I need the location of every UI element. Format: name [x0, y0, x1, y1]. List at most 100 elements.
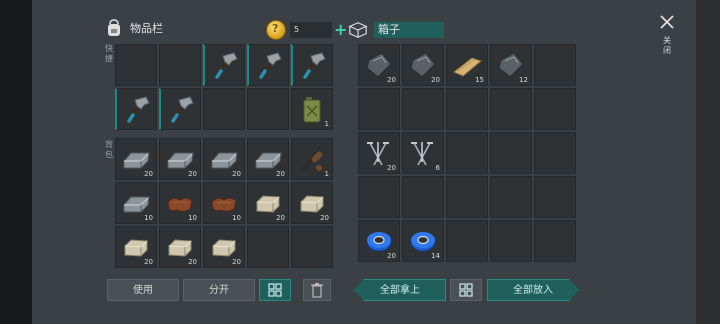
inventory-slot[interactable] — [358, 176, 400, 218]
inventory-slot[interactable] — [490, 220, 532, 262]
delete-button[interactable] — [303, 279, 331, 301]
hammer-icon — [166, 94, 196, 124]
close-button[interactable]: 关闭 — [657, 14, 677, 56]
quick-slots-label: 快捷 — [105, 44, 113, 63]
slot-quantity: 1 — [324, 120, 329, 128]
backpack-grid: 20 20 20 20 1 10 10 10 20 20 20 20 20 — [115, 138, 333, 268]
inventory-slot[interactable] — [159, 44, 201, 86]
inventory-slot[interactable] — [115, 88, 157, 130]
inventory-slot[interactable]: 1 — [291, 88, 333, 130]
inventory-slot[interactable]: 1 — [291, 138, 333, 180]
inventory-slot[interactable]: 20 — [247, 138, 289, 180]
hammer-icon — [122, 94, 152, 124]
slot-quantity: 20 — [387, 164, 396, 172]
inventory-slot[interactable]: 20 — [203, 226, 245, 268]
slot-quantity: 20 — [387, 76, 396, 84]
slot-quantity: 20 — [387, 252, 396, 260]
inventory-slot[interactable]: 10 — [203, 182, 245, 224]
inventory-slot[interactable] — [534, 44, 576, 86]
inventory-slot[interactable]: 20 — [358, 44, 400, 86]
inventory-slot[interactable] — [358, 88, 400, 130]
slot-quantity: 12 — [519, 76, 528, 84]
inventory-slot[interactable] — [159, 88, 201, 130]
box-icon — [348, 22, 368, 38]
inventory-slot[interactable] — [247, 88, 289, 130]
inventory-slot[interactable] — [203, 44, 245, 86]
inventory-slot[interactable] — [490, 176, 532, 218]
inventory-slot[interactable] — [402, 88, 444, 130]
inventory-slot[interactable] — [446, 176, 488, 218]
hammer-icon — [298, 50, 328, 80]
hammer-icon — [210, 50, 240, 80]
box-header: 箱子 — [348, 20, 444, 40]
inventory-slot[interactable] — [115, 44, 157, 86]
close-icon — [660, 15, 674, 29]
inventory-slot[interactable] — [534, 132, 576, 174]
slot-quantity: 10 — [144, 214, 153, 222]
slot-quantity: 20 — [188, 258, 197, 266]
slot-quantity: 20 — [232, 170, 241, 178]
inventory-slot[interactable]: 20 — [115, 226, 157, 268]
box-title: 箱子 — [374, 22, 444, 38]
inventory-slot[interactable]: 20 — [247, 182, 289, 224]
jerrycan-icon — [297, 94, 327, 124]
slot-quantity: 14 — [431, 252, 440, 260]
inventory-slot[interactable] — [446, 88, 488, 130]
inventory-slot[interactable] — [534, 176, 576, 218]
backpack-label: 背包 — [105, 140, 113, 159]
nails-icon — [408, 138, 438, 168]
inventory-header: 物品栏 — [104, 18, 163, 38]
inventory-title: 物品栏 — [130, 22, 163, 35]
inventory-slot[interactable] — [291, 44, 333, 86]
trash-icon — [311, 283, 323, 298]
backpack-tool-icon — [297, 144, 327, 174]
gold-display: 5 + — [266, 20, 347, 40]
inventory-slot[interactable]: 20 — [291, 182, 333, 224]
sort-inventory-button[interactable] — [259, 279, 291, 301]
inventory-slot[interactable]: 20 — [358, 220, 400, 262]
inventory-slot[interactable]: 10 — [115, 182, 157, 224]
box-grid: 20 20 15 12 20 6 20 14 — [358, 44, 576, 262]
take-all-button[interactable]: 全部拿上 — [354, 279, 446, 301]
grid-sort-icon — [268, 283, 282, 297]
add-gold-button[interactable]: + — [334, 22, 347, 38]
inventory-slot[interactable] — [490, 88, 532, 130]
sort-box-button[interactable] — [450, 279, 482, 301]
slot-quantity: 6 — [435, 164, 440, 172]
use-button[interactable]: 使用 — [107, 279, 179, 301]
inventory-slot[interactable] — [247, 44, 289, 86]
close-label: 关闭 — [663, 36, 671, 55]
inventory-slot[interactable]: 6 — [402, 132, 444, 174]
inventory-slot[interactable]: 20 — [358, 132, 400, 174]
inventory-slot[interactable]: 20 — [159, 226, 201, 268]
slot-quantity: 20 — [320, 214, 329, 222]
coin-icon — [266, 20, 286, 40]
inventory-slot[interactable]: 15 — [446, 44, 488, 86]
quick-slot-grid: 1 — [115, 44, 333, 130]
inventory-slot[interactable] — [247, 226, 289, 268]
inventory-slot[interactable]: 14 — [402, 220, 444, 262]
inventory-slot[interactable] — [534, 88, 576, 130]
put-all-button[interactable]: 全部放入 — [487, 279, 579, 301]
inventory-slot[interactable]: 20 — [115, 138, 157, 180]
inventory-slot[interactable]: 12 — [490, 44, 532, 86]
inventory-slot[interactable]: 10 — [159, 182, 201, 224]
inventory-slot[interactable] — [203, 88, 245, 130]
inventory-slot[interactable] — [446, 220, 488, 262]
inventory-slot[interactable]: 20 — [203, 138, 245, 180]
inventory-slot[interactable] — [490, 132, 532, 174]
slot-quantity: 20 — [276, 170, 285, 178]
slot-quantity: 20 — [144, 258, 153, 266]
inventory-slot[interactable] — [534, 220, 576, 262]
gold-amount: 5 — [290, 22, 332, 38]
left-screen-edge — [0, 0, 32, 324]
inventory-slot[interactable]: 20 — [402, 44, 444, 86]
inventory-slot[interactable] — [291, 226, 333, 268]
inventory-slot[interactable] — [402, 176, 444, 218]
right-screen-edge — [696, 0, 720, 324]
inventory-slot[interactable] — [446, 132, 488, 174]
slot-quantity: 20 — [144, 170, 153, 178]
slot-quantity: 20 — [188, 170, 197, 178]
split-button[interactable]: 分开 — [183, 279, 255, 301]
inventory-slot[interactable]: 20 — [159, 138, 201, 180]
